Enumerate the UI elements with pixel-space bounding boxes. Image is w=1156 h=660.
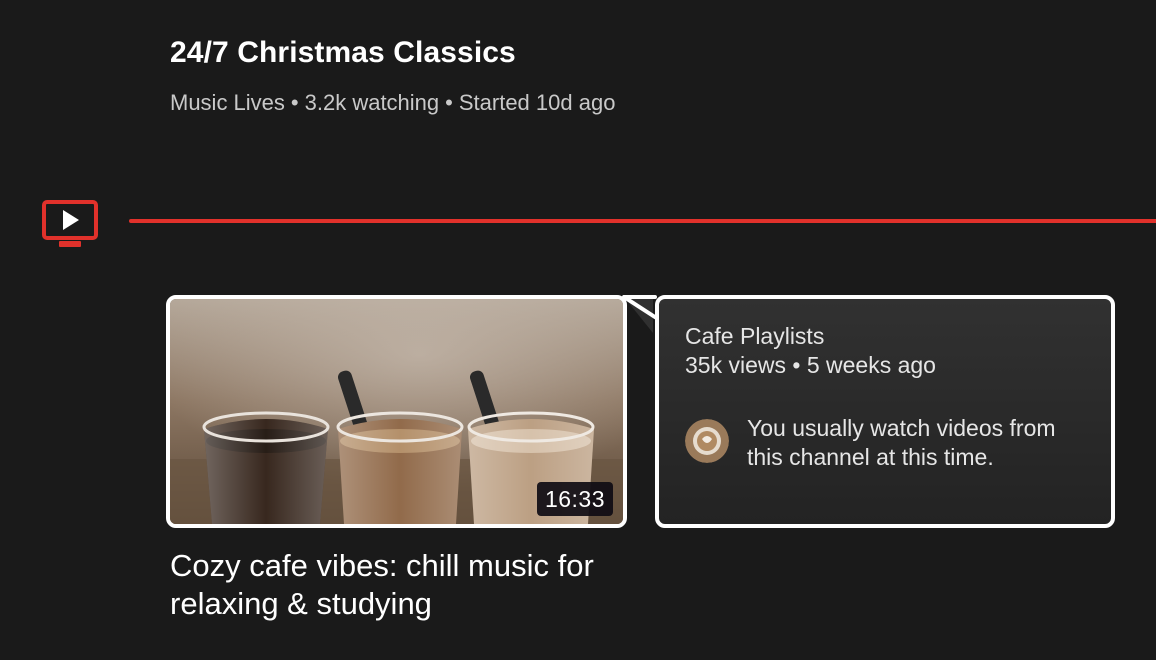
video-title[interactable]: Cozy cafe vibes: chill music for relaxin… [170, 547, 610, 623]
latte-art-avatar [685, 419, 729, 463]
now-playing-viewers: 3.2k watching [304, 90, 440, 115]
meta-separator: • [290, 90, 299, 115]
now-playing-meta: Music Lives • 3.2k watching • Started 10d ag… [170, 90, 615, 116]
video-thumbnail[interactable]: 16:33 [166, 295, 627, 528]
channel-name: Cafe Playlists [685, 323, 825, 349]
video-stats: 35k views • 5 weeks ago [685, 352, 936, 378]
now-playing-title: 24/7 Christmas Classics [170, 36, 516, 69]
tv-play-icon [42, 200, 98, 247]
meta-separator: • [445, 90, 453, 115]
video-info-panel: Cafe Playlists 35k views • 5 weeks ago Y… [655, 295, 1115, 528]
video-duration-badge: 16:33 [536, 482, 613, 516]
row-divider [129, 219, 1156, 223]
now-playing-started: Started 10d ago [458, 90, 616, 115]
watch-habit-note: You usually watch videos from this chann… [747, 415, 1056, 470]
now-playing-channel: Music Lives [170, 90, 285, 115]
